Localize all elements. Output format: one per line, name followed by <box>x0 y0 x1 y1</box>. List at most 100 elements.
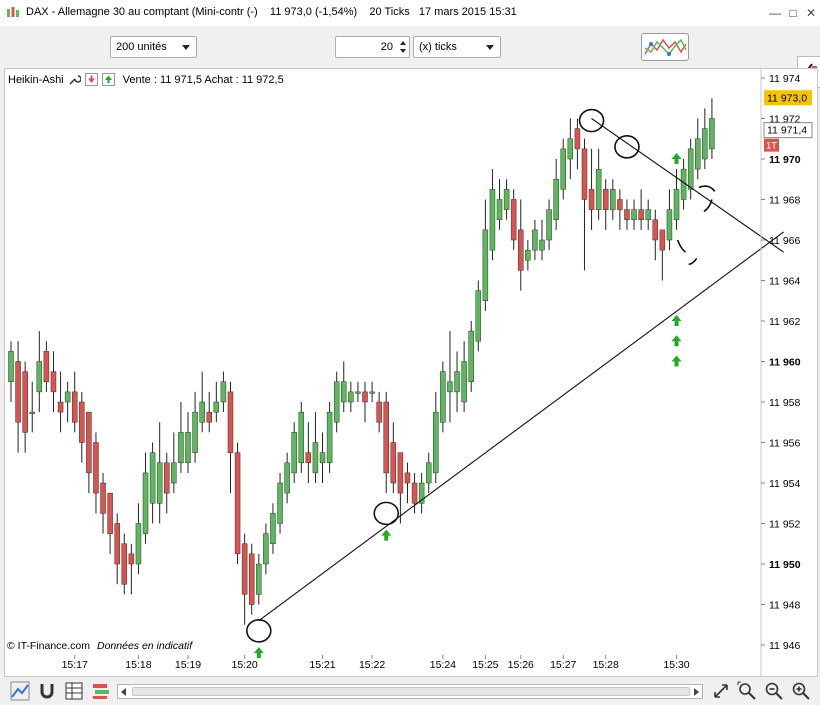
buy-signal-arrow-icon <box>671 315 682 326</box>
candle-down <box>588 189 595 210</box>
candle-down <box>79 401 85 443</box>
time-tick-label: 15:24 <box>430 659 456 671</box>
layers-icon[interactable] <box>91 681 111 701</box>
time-tick-label: 15:30 <box>663 659 689 671</box>
ticks-unit-select[interactable]: (x) ticks <box>413 36 501 58</box>
pan-icon[interactable] <box>711 681 731 701</box>
candle-down <box>305 452 312 463</box>
magnet-icon[interactable] <box>37 681 57 701</box>
candle-up <box>687 148 694 190</box>
candle-down <box>624 209 630 220</box>
price-tick-label: 11 946 <box>769 640 800 652</box>
candle-down <box>362 391 368 403</box>
candle-down <box>404 472 411 484</box>
candle-up <box>610 189 616 210</box>
time-tick-label: 15:20 <box>231 659 257 671</box>
zoom-fit-icon[interactable] <box>737 681 757 701</box>
price-tick-label: 11 968 <box>769 195 800 207</box>
candle-down <box>93 442 99 494</box>
ticks-stepper[interactable]: 20 <box>335 36 410 58</box>
candle-down <box>518 229 524 271</box>
candle-down <box>574 128 581 150</box>
candle-down <box>510 199 517 241</box>
chart-panel[interactable]: Heikin-Ashi Vente : 11 971,5 Achat : 11 … <box>4 68 818 677</box>
bid-price-tag-text: 11 971,4 <box>767 125 807 137</box>
indicators-icon <box>644 38 687 56</box>
minimize-button[interactable]: — <box>766 4 784 22</box>
units-select[interactable]: 200 unités <box>110 36 197 58</box>
price-tick-label: 11 956 <box>769 438 800 450</box>
candle-down <box>652 219 659 241</box>
table-icon[interactable] <box>64 681 84 701</box>
candle-up <box>695 138 701 170</box>
candle-down <box>617 199 623 210</box>
app-chart-icon <box>7 7 19 17</box>
candle-up <box>567 138 574 160</box>
candle-down <box>86 411 92 474</box>
close-button[interactable]: ✕ <box>802 4 820 22</box>
candle-up <box>475 290 482 342</box>
buy-signal-arrow-icon <box>671 355 682 367</box>
time-tick-label: 15:18 <box>125 659 151 671</box>
candle-down <box>100 482 106 514</box>
time-tick-label: 15:27 <box>550 659 576 671</box>
candle-down <box>234 452 241 555</box>
candle-up <box>64 391 71 403</box>
chevron-down-icon <box>486 45 494 50</box>
candle-up <box>29 411 35 414</box>
candle-down <box>411 482 418 504</box>
candle-down <box>376 401 382 423</box>
candle-up <box>256 563 262 595</box>
candle-down <box>50 371 57 393</box>
stepper-down-icon[interactable] <box>400 49 406 53</box>
candle-up <box>213 401 220 413</box>
indicators-button[interactable] <box>641 33 689 61</box>
scroll-right-icon[interactable] <box>694 688 699 696</box>
candle-up <box>192 411 198 453</box>
maximize-button[interactable]: □ <box>784 4 802 22</box>
candle-up <box>142 472 149 534</box>
candle-down <box>107 492 113 534</box>
chart-scrollbar[interactable] <box>117 684 703 699</box>
candle-up <box>709 118 715 150</box>
candle-up <box>482 229 489 301</box>
candle-up <box>468 330 474 382</box>
chart-type-icon[interactable] <box>10 681 30 701</box>
candle-up <box>489 189 496 251</box>
handdrawn-mark <box>676 239 698 266</box>
price-tick-label: 11 960 <box>769 357 801 369</box>
price-tick-label: 11 962 <box>769 316 800 328</box>
candle-up <box>348 391 354 403</box>
candle-up <box>539 239 545 251</box>
stepper-up-icon[interactable] <box>400 41 406 45</box>
candle-down <box>15 361 21 423</box>
buy-signal-arrow-icon <box>253 647 264 659</box>
candle-up <box>8 351 14 382</box>
scrollbar-thumb[interactable] <box>132 687 690 696</box>
candle-up <box>440 371 446 423</box>
candlestick-chart[interactable]: 11 97411 97211 97011 96811 96611 96411 9… <box>5 69 817 676</box>
candle-up <box>319 452 326 463</box>
candle-up <box>277 482 283 524</box>
price-tick-label: 11 958 <box>769 397 800 409</box>
candle-up <box>631 209 637 220</box>
candle-up <box>156 462 163 504</box>
chevron-down-icon <box>182 45 190 50</box>
candle-up <box>666 209 673 241</box>
scroll-left-icon[interactable] <box>121 688 126 696</box>
candle-up <box>503 189 510 210</box>
candle-up <box>645 209 651 220</box>
candle-up <box>312 442 319 474</box>
zoom-in-icon[interactable] <box>791 681 811 701</box>
time-tick-label: 15:21 <box>309 659 335 671</box>
candle-up <box>341 381 347 403</box>
candle-down <box>659 229 666 251</box>
candle-up <box>702 128 708 160</box>
price-tick-label: 11 952 <box>769 519 800 531</box>
candle-up <box>326 411 333 463</box>
time-tick-label: 15:28 <box>593 659 619 671</box>
price-tick-label: 11 948 <box>769 600 800 612</box>
zoom-out-icon[interactable] <box>764 681 784 701</box>
window-title: DAX - Allemagne 30 au comptant (Mini-con… <box>26 6 517 18</box>
price-tick-label: 11 970 <box>769 154 801 166</box>
